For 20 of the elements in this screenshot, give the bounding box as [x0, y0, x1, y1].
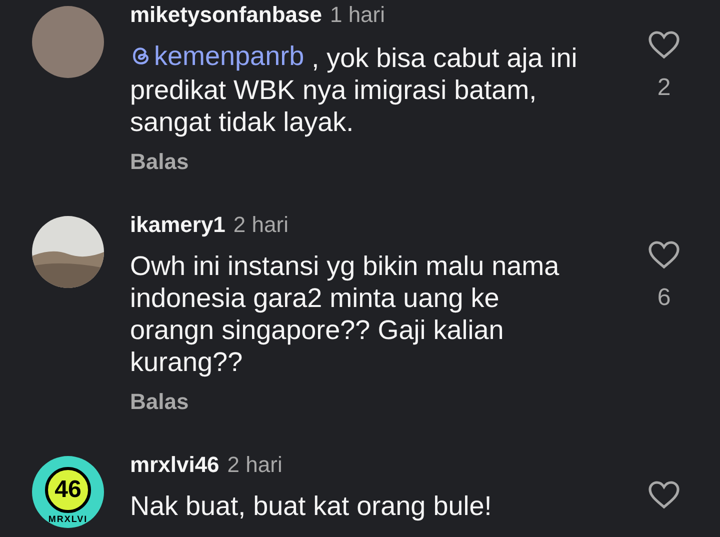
logo-avatar[interactable]: 46 MRXLVI: [32, 456, 104, 528]
username[interactable]: miketysonfanbase: [130, 0, 322, 30]
username[interactable]: mrxlvi46: [130, 448, 220, 480]
timestamp: 2 hari: [233, 210, 288, 238]
avatar-number: 46: [45, 466, 91, 512]
reply-button[interactable]: Balas: [130, 148, 189, 176]
avatar-caption: MRXLVI: [48, 514, 88, 524]
mention-link[interactable]: kemenpanrb: [130, 40, 304, 72]
timestamp: 2 hari: [227, 450, 282, 478]
comment-text: Owh ini instansi yg bikin malu nama indonesia gara2 minta uang ke orangn singapore?? Gaji kalian kurang??: [130, 250, 560, 378]
like-count: 2: [657, 73, 671, 103]
comment-text: Nak buat, buat kat orang bule!: [130, 490, 493, 522]
username[interactable]: ikamery1: [130, 208, 226, 240]
like-button[interactable]: [647, 480, 681, 510]
comment-text: kemenpanrb , yok bisa cabut aja ini predikat WBK nya imigrasi batam, sangat tidak layak.: [130, 40, 578, 138]
reply-button[interactable]: Balas: [130, 388, 189, 416]
like-button[interactable]: [647, 30, 681, 60]
timestamp: 1 hari: [330, 0, 386, 28]
like-count: 6: [657, 283, 671, 313]
like-button[interactable]: [647, 240, 681, 270]
